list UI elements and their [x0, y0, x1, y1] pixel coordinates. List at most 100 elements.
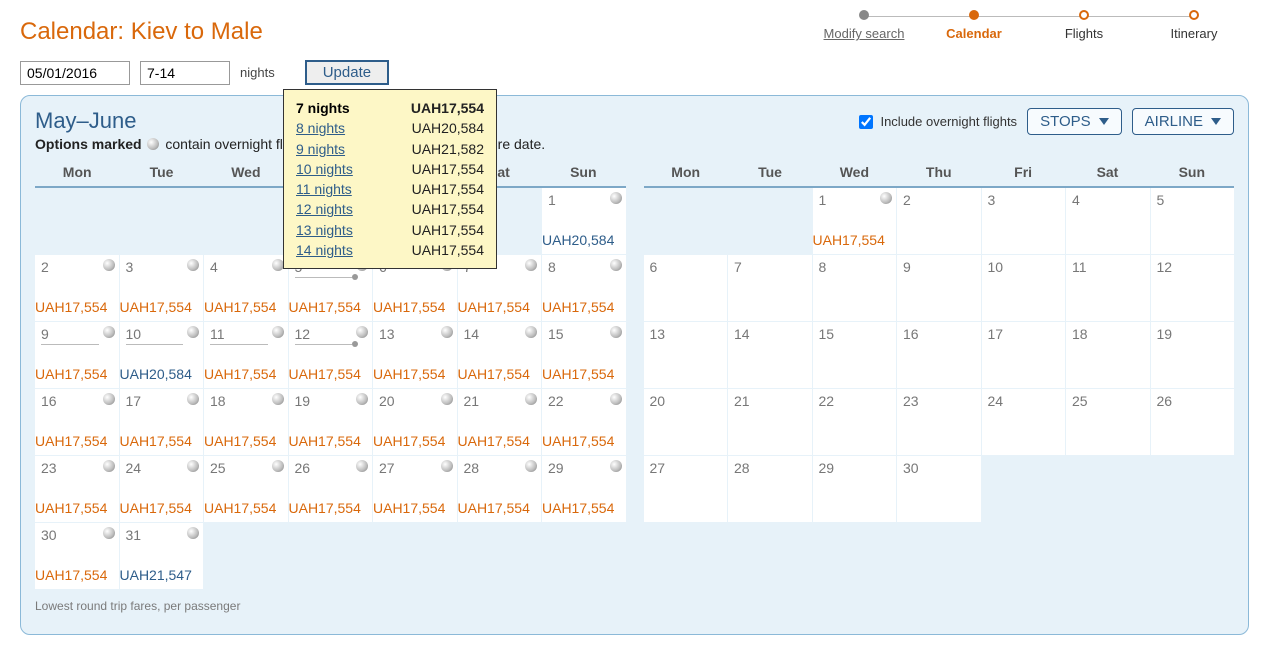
- day-price: UAH17,554: [204, 500, 276, 516]
- tooltip-row[interactable]: 10 nightsUAH17,554: [296, 159, 484, 179]
- stops-label: STOPS: [1040, 113, 1091, 130]
- include-overnight-toggle[interactable]: Include overnight flights: [855, 112, 1017, 132]
- day-price: UAH17,554: [289, 299, 361, 315]
- stops-filter-button[interactable]: STOPS: [1027, 108, 1122, 135]
- calendar-day[interactable]: 2UAH17,554: [35, 255, 119, 321]
- tooltip-row[interactable]: 9 nightsUAH21,582: [296, 139, 484, 159]
- day-number: 6: [650, 259, 724, 275]
- overnight-icon: [147, 138, 159, 150]
- calendar-day[interactable]: 13UAH17,554: [373, 322, 457, 388]
- airline-filter-button[interactable]: AIRLINE: [1132, 108, 1234, 135]
- day-price: UAH17,554: [35, 299, 107, 315]
- calendar-day[interactable]: 31UAH21,547: [120, 523, 204, 589]
- overnight-icon: [441, 393, 453, 405]
- calendar-day[interactable]: 18UAH17,554: [204, 389, 288, 455]
- calendar-right: MonTueWedThuFriSatSun 1UAH17,55423456789…: [644, 160, 1235, 589]
- tooltip-price: UAH17,554: [412, 159, 484, 179]
- tooltip-row[interactable]: 14 nightsUAH17,554: [296, 240, 484, 260]
- overnight-icon: [187, 460, 199, 472]
- calendar-day[interactable]: 26UAH17,554: [289, 456, 373, 522]
- weekday-header: Thu: [897, 160, 981, 186]
- calendar-day: 15: [813, 322, 897, 388]
- day-number: 29: [819, 460, 893, 476]
- overnight-icon: [356, 460, 368, 472]
- calendar-day: 22: [813, 389, 897, 455]
- tooltip-price: UAH21,582: [412, 139, 484, 159]
- overnight-icon: [272, 393, 284, 405]
- update-button[interactable]: Update: [305, 60, 389, 85]
- calendar-day[interactable]: 21UAH17,554: [458, 389, 542, 455]
- day-price: UAH17,554: [120, 433, 192, 449]
- day-price: UAH20,584: [542, 232, 614, 248]
- calendar-day[interactable]: 1UAH20,584: [542, 188, 626, 254]
- calendar-day[interactable]: 16UAH17,554: [35, 389, 119, 455]
- progress-steps: Modify searchCalendarFlightsItinerary: [809, 10, 1249, 41]
- calendar-blank: [728, 188, 812, 254]
- tooltip-price: UAH17,554: [412, 199, 484, 219]
- weekday-header: Sat: [1065, 160, 1149, 186]
- calendar-blank: [120, 188, 204, 254]
- day-number: 12: [1157, 259, 1231, 275]
- calendar-day[interactable]: 9UAH17,554: [35, 322, 119, 388]
- day-price: UAH17,554: [289, 433, 361, 449]
- step-calendar[interactable]: Calendar: [919, 10, 1029, 41]
- overnight-icon: [187, 326, 199, 338]
- weekday-header: Mon: [35, 160, 119, 186]
- calendar-blank: [204, 188, 288, 254]
- tooltip-row[interactable]: 8 nightsUAH20,584: [296, 118, 484, 138]
- calendar-day[interactable]: 8UAH17,554: [542, 255, 626, 321]
- chevron-down-icon: [1211, 118, 1221, 125]
- calendar-day[interactable]: 14UAH17,554: [458, 322, 542, 388]
- day-number: 13: [650, 326, 724, 342]
- overnight-icon: [441, 460, 453, 472]
- calendar-day[interactable]: 10UAH20,584: [120, 322, 204, 388]
- calendar-day[interactable]: 11UAH17,554: [204, 322, 288, 388]
- tooltip-row[interactable]: 12 nightsUAH17,554: [296, 199, 484, 219]
- calendar-day[interactable]: 12UAH17,554: [289, 322, 373, 388]
- calendar-day[interactable]: 22UAH17,554: [542, 389, 626, 455]
- calendar-day[interactable]: 25UAH17,554: [204, 456, 288, 522]
- overnight-icon: [103, 527, 115, 539]
- calendar-day: 8: [813, 255, 897, 321]
- calendar-day[interactable]: 30UAH17,554: [35, 523, 119, 589]
- tooltip-price: UAH17,554: [412, 220, 484, 240]
- step-modify-search[interactable]: Modify search: [809, 10, 919, 41]
- day-price: UAH17,554: [458, 500, 530, 516]
- calendar-day: 27: [644, 456, 728, 522]
- calendar-day: 10: [982, 255, 1066, 321]
- step-flights: Flights: [1029, 10, 1139, 41]
- include-overnight-label: Include overnight flights: [880, 114, 1017, 129]
- include-overnight-checkbox[interactable]: [859, 115, 873, 129]
- calendar-day[interactable]: 23UAH17,554: [35, 456, 119, 522]
- calendar-blank: [644, 188, 728, 254]
- calendar-day[interactable]: 20UAH17,554: [373, 389, 457, 455]
- calendar-day[interactable]: 27UAH17,554: [373, 456, 457, 522]
- calendar-day[interactable]: 28UAH17,554: [458, 456, 542, 522]
- range-end-icon: [352, 341, 358, 347]
- tooltip-row[interactable]: 11 nightsUAH17,554: [296, 179, 484, 199]
- nights-input[interactable]: [140, 61, 230, 85]
- weekday-header: Sun: [1150, 160, 1234, 186]
- calendar-day[interactable]: 4UAH17,554: [204, 255, 288, 321]
- calendar-day[interactable]: 1UAH17,554: [813, 188, 897, 254]
- tooltip-row[interactable]: 13 nightsUAH17,554: [296, 220, 484, 240]
- calendar-day[interactable]: 29UAH17,554: [542, 456, 626, 522]
- calendar-day[interactable]: 3UAH17,554: [120, 255, 204, 321]
- calendar-day: 2: [897, 188, 981, 254]
- overnight-icon: [103, 326, 115, 338]
- day-number: 23: [903, 393, 977, 409]
- date-input[interactable]: [20, 61, 130, 85]
- day-price: UAH17,554: [813, 232, 885, 248]
- step-link[interactable]: Modify search: [824, 26, 905, 41]
- calendar-panel: May–June Options marked contain overnigh…: [20, 95, 1249, 635]
- calendar-day[interactable]: 19UAH17,554: [289, 389, 373, 455]
- calendar-day[interactable]: 24UAH17,554: [120, 456, 204, 522]
- day-number: 19: [1157, 326, 1231, 342]
- calendar-day: 5: [1151, 188, 1235, 254]
- calendar-day[interactable]: 17UAH17,554: [120, 389, 204, 455]
- calendar-day[interactable]: 15UAH17,554: [542, 322, 626, 388]
- page-title: Calendar: Kiev to Male: [20, 18, 263, 46]
- day-price: UAH17,554: [542, 299, 614, 315]
- weekday-header: Tue: [119, 160, 203, 186]
- overnight-icon: [103, 259, 115, 271]
